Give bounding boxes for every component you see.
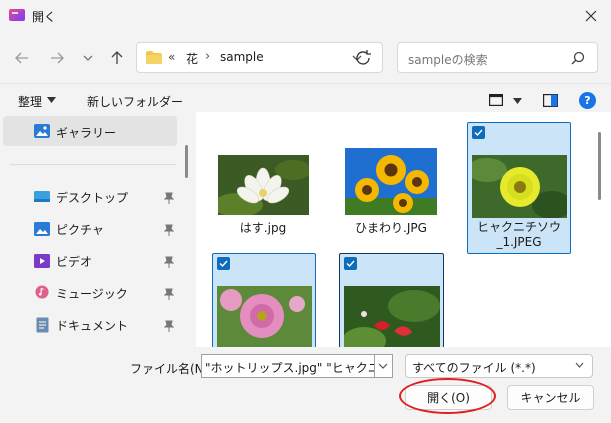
folder-icon [146, 51, 162, 64]
back-button[interactable] [9, 45, 35, 71]
toolbar-divider [0, 83, 611, 84]
sunflower-thumbnail [345, 148, 437, 215]
caret-down-icon[interactable] [47, 97, 56, 103]
filetype-select[interactable]: すべてのファイル (*.*) [405, 354, 593, 378]
file-tile-zinnia-yellow[interactable]: ヒャクニチソウ _1.JPEG [467, 122, 571, 254]
sidebar-item-label: ドキュメント [56, 319, 129, 333]
search-box[interactable]: sampleの検索 [397, 42, 598, 73]
sidebar-item-label: ピクチャ [56, 223, 104, 237]
gallery-icon [34, 124, 50, 138]
pin-icon[interactable] [164, 320, 174, 332]
file-name-line1: ヒャクニチソウ [476, 220, 561, 234]
title-bar [0, 0, 611, 32]
hot-lips-thumbnail [344, 286, 440, 354]
chevron-down-icon [378, 363, 388, 369]
documents-icon [36, 317, 49, 333]
highlight-ring [399, 378, 496, 414]
preview-pane-icon[interactable] [543, 94, 558, 107]
cancel-button[interactable]: キャンセル [507, 385, 594, 410]
arrow-up-icon [111, 51, 123, 64]
file-tile-lotus[interactable]: はす.jpg [210, 148, 316, 238]
filename-input[interactable]: "ホットリップス.jpg" "ヒャクニチソウ_1 [201, 354, 375, 378]
folder-app-icon [9, 9, 25, 21]
sidebar-scrollbar[interactable] [185, 145, 188, 178]
search-input[interactable]: sampleの検索 [408, 51, 488, 68]
breadcrumb-sample[interactable]: sample [220, 50, 264, 64]
checkbox-checked-icon[interactable] [344, 257, 357, 270]
breadcrumb-hana[interactable]: 花 [186, 50, 198, 67]
pin-icon[interactable] [164, 192, 174, 204]
arrow-right-icon [51, 52, 64, 64]
pin-icon[interactable] [164, 224, 174, 236]
file-list-scrollbar[interactable] [598, 132, 601, 200]
file-list: はす.jpg ひまわり.JPG ヒャクニチソウ _1.JPEG [196, 112, 611, 354]
view-mode-icon[interactable] [489, 94, 503, 106]
filename-dropdown[interactable] [375, 354, 393, 378]
close-icon [585, 10, 597, 22]
pink-flower-thumbnail [217, 286, 312, 354]
window-title: 開く [32, 10, 57, 24]
pin-icon[interactable] [164, 288, 174, 300]
pin-icon[interactable] [164, 256, 174, 268]
search-icon [571, 51, 585, 65]
checkbox-checked-icon[interactable] [217, 257, 230, 270]
sidebar-item-label: ビデオ [56, 255, 93, 269]
pictures-icon [34, 222, 50, 236]
file-name: はす.jpg [239, 221, 287, 235]
address-bar[interactable]: « 花 › sample [136, 42, 383, 73]
breadcrumb-overflow[interactable]: « [168, 50, 175, 64]
forward-button[interactable] [44, 45, 70, 71]
file-name-line2: _1.JPEG [496, 235, 542, 249]
refresh-icon[interactable] [354, 49, 374, 67]
file-name: ひまわり.JPG [355, 221, 427, 235]
recent-locations-button[interactable] [75, 45, 101, 71]
close-button[interactable] [571, 0, 611, 32]
sidebar-divider [10, 164, 176, 165]
sidebar-item-label: デスクトップ [56, 191, 129, 205]
sidebar-item-label: ミュージック [56, 287, 128, 301]
chevron-down-icon [83, 55, 93, 61]
zinnia-yellow-thumbnail [472, 155, 567, 218]
lotus-thumbnail [218, 155, 309, 215]
help-icon[interactable]: ? [579, 92, 596, 109]
caret-down-icon[interactable] [513, 98, 522, 104]
up-button[interactable] [104, 45, 130, 71]
desktop-icon [34, 191, 50, 202]
arrow-left-icon [15, 52, 28, 64]
checkbox-checked-icon[interactable] [472, 126, 485, 139]
breadcrumb-separator-icon: › [205, 49, 211, 64]
organize-button[interactable]: 整理 [18, 93, 42, 110]
music-icon [35, 285, 49, 299]
new-folder-button[interactable]: 新しいフォルダー [87, 93, 183, 110]
videos-icon [34, 254, 50, 268]
chevron-down-icon[interactable] [575, 362, 584, 368]
file-tile-sunflower[interactable]: ひまわり.JPG [338, 142, 444, 238]
file-tile-hot-lips[interactable] [339, 253, 444, 354]
sidebar-item-label: ギャラリー [56, 126, 117, 140]
file-tile-pink-flower[interactable] [212, 253, 316, 354]
